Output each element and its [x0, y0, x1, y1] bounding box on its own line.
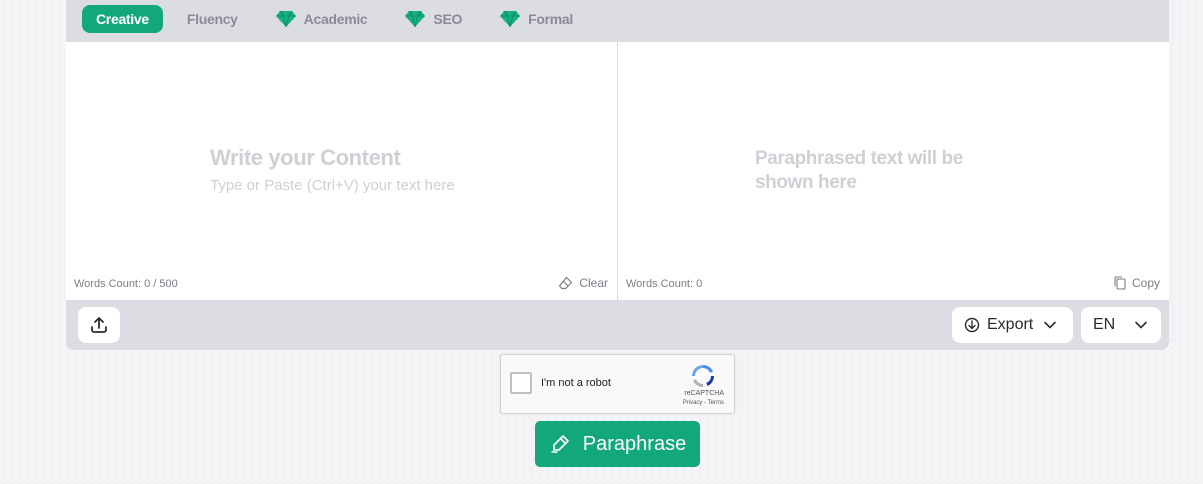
tab-fluency[interactable]: Fluency — [173, 5, 252, 33]
export-label: Export — [987, 316, 1034, 333]
output-placeholder-line1: Paraphrased text will be — [755, 148, 963, 169]
output-words-count: Words Count: 0 — [626, 278, 703, 290]
mode-tabs: Creative Fluency Academic SEO Formal — [82, 5, 597, 33]
copy-icon — [1114, 276, 1126, 290]
clear-button[interactable]: Clear — [558, 276, 608, 290]
gem-icon — [405, 10, 426, 28]
paraphraser-tool: Creative Fluency Academic SEO Formal Wri… — [66, 0, 1169, 350]
eraser-icon — [559, 276, 573, 290]
tab-label: SEO — [433, 11, 463, 27]
recaptcha-links[interactable]: Privacy - Terms — [683, 400, 724, 406]
tab-academic[interactable]: Academic — [262, 5, 382, 33]
input-panel[interactable]: Write your Content Type or Paste (Ctrl+V… — [66, 42, 618, 300]
tab-label: Fluency — [186, 11, 238, 27]
gem-icon — [275, 10, 296, 28]
paraphrase-label: Paraphrase — [582, 432, 687, 455]
chevron-down-icon — [1044, 321, 1057, 329]
recaptcha-checkbox[interactable] — [510, 372, 532, 394]
bottom-toolbar: Export EN — [66, 300, 1169, 350]
editor-panels: Write your Content Type or Paste (Ctrl+V… — [66, 42, 1169, 300]
recaptcha-logo-icon — [692, 365, 714, 387]
language-select[interactable]: EN — [1081, 307, 1161, 343]
paraphrase-button[interactable]: Paraphrase — [535, 421, 700, 467]
tab-label: Academic — [303, 11, 368, 27]
download-icon — [964, 317, 980, 333]
upload-button[interactable] — [78, 307, 120, 343]
input-placeholder-subtitle: Type or Paste (Ctrl+V) your text here — [210, 177, 455, 194]
pen-icon — [551, 435, 569, 453]
chevron-down-icon — [1135, 321, 1148, 329]
export-button[interactable]: Export — [952, 307, 1073, 343]
tab-formal[interactable]: Formal — [486, 5, 587, 33]
gem-icon — [500, 10, 521, 28]
tab-seo[interactable]: SEO — [391, 5, 476, 33]
tab-label: Formal — [528, 11, 573, 27]
upload-icon — [91, 317, 107, 333]
recaptcha-label: I'm not a robot — [541, 377, 611, 389]
tab-label: Creative — [96, 11, 149, 27]
copy-label: Copy — [1131, 276, 1160, 290]
clear-label: Clear — [579, 276, 608, 290]
tab-creative[interactable]: Creative — [82, 5, 163, 33]
copy-button[interactable]: Copy — [1114, 276, 1160, 290]
output-panel: Paraphrased text will be shown here Word… — [618, 42, 1169, 300]
recaptcha-brand: reCAPTCHA — [684, 390, 724, 397]
recaptcha-widget: I'm not a robot reCAPTCHA Privacy - Term… — [500, 354, 735, 414]
output-placeholder-line2: shown here — [755, 172, 857, 193]
input-placeholder-title: Write your Content — [210, 145, 401, 170]
language-value: EN — [1093, 316, 1116, 333]
input-words-count: Words Count: 0 / 500 — [74, 278, 178, 290]
